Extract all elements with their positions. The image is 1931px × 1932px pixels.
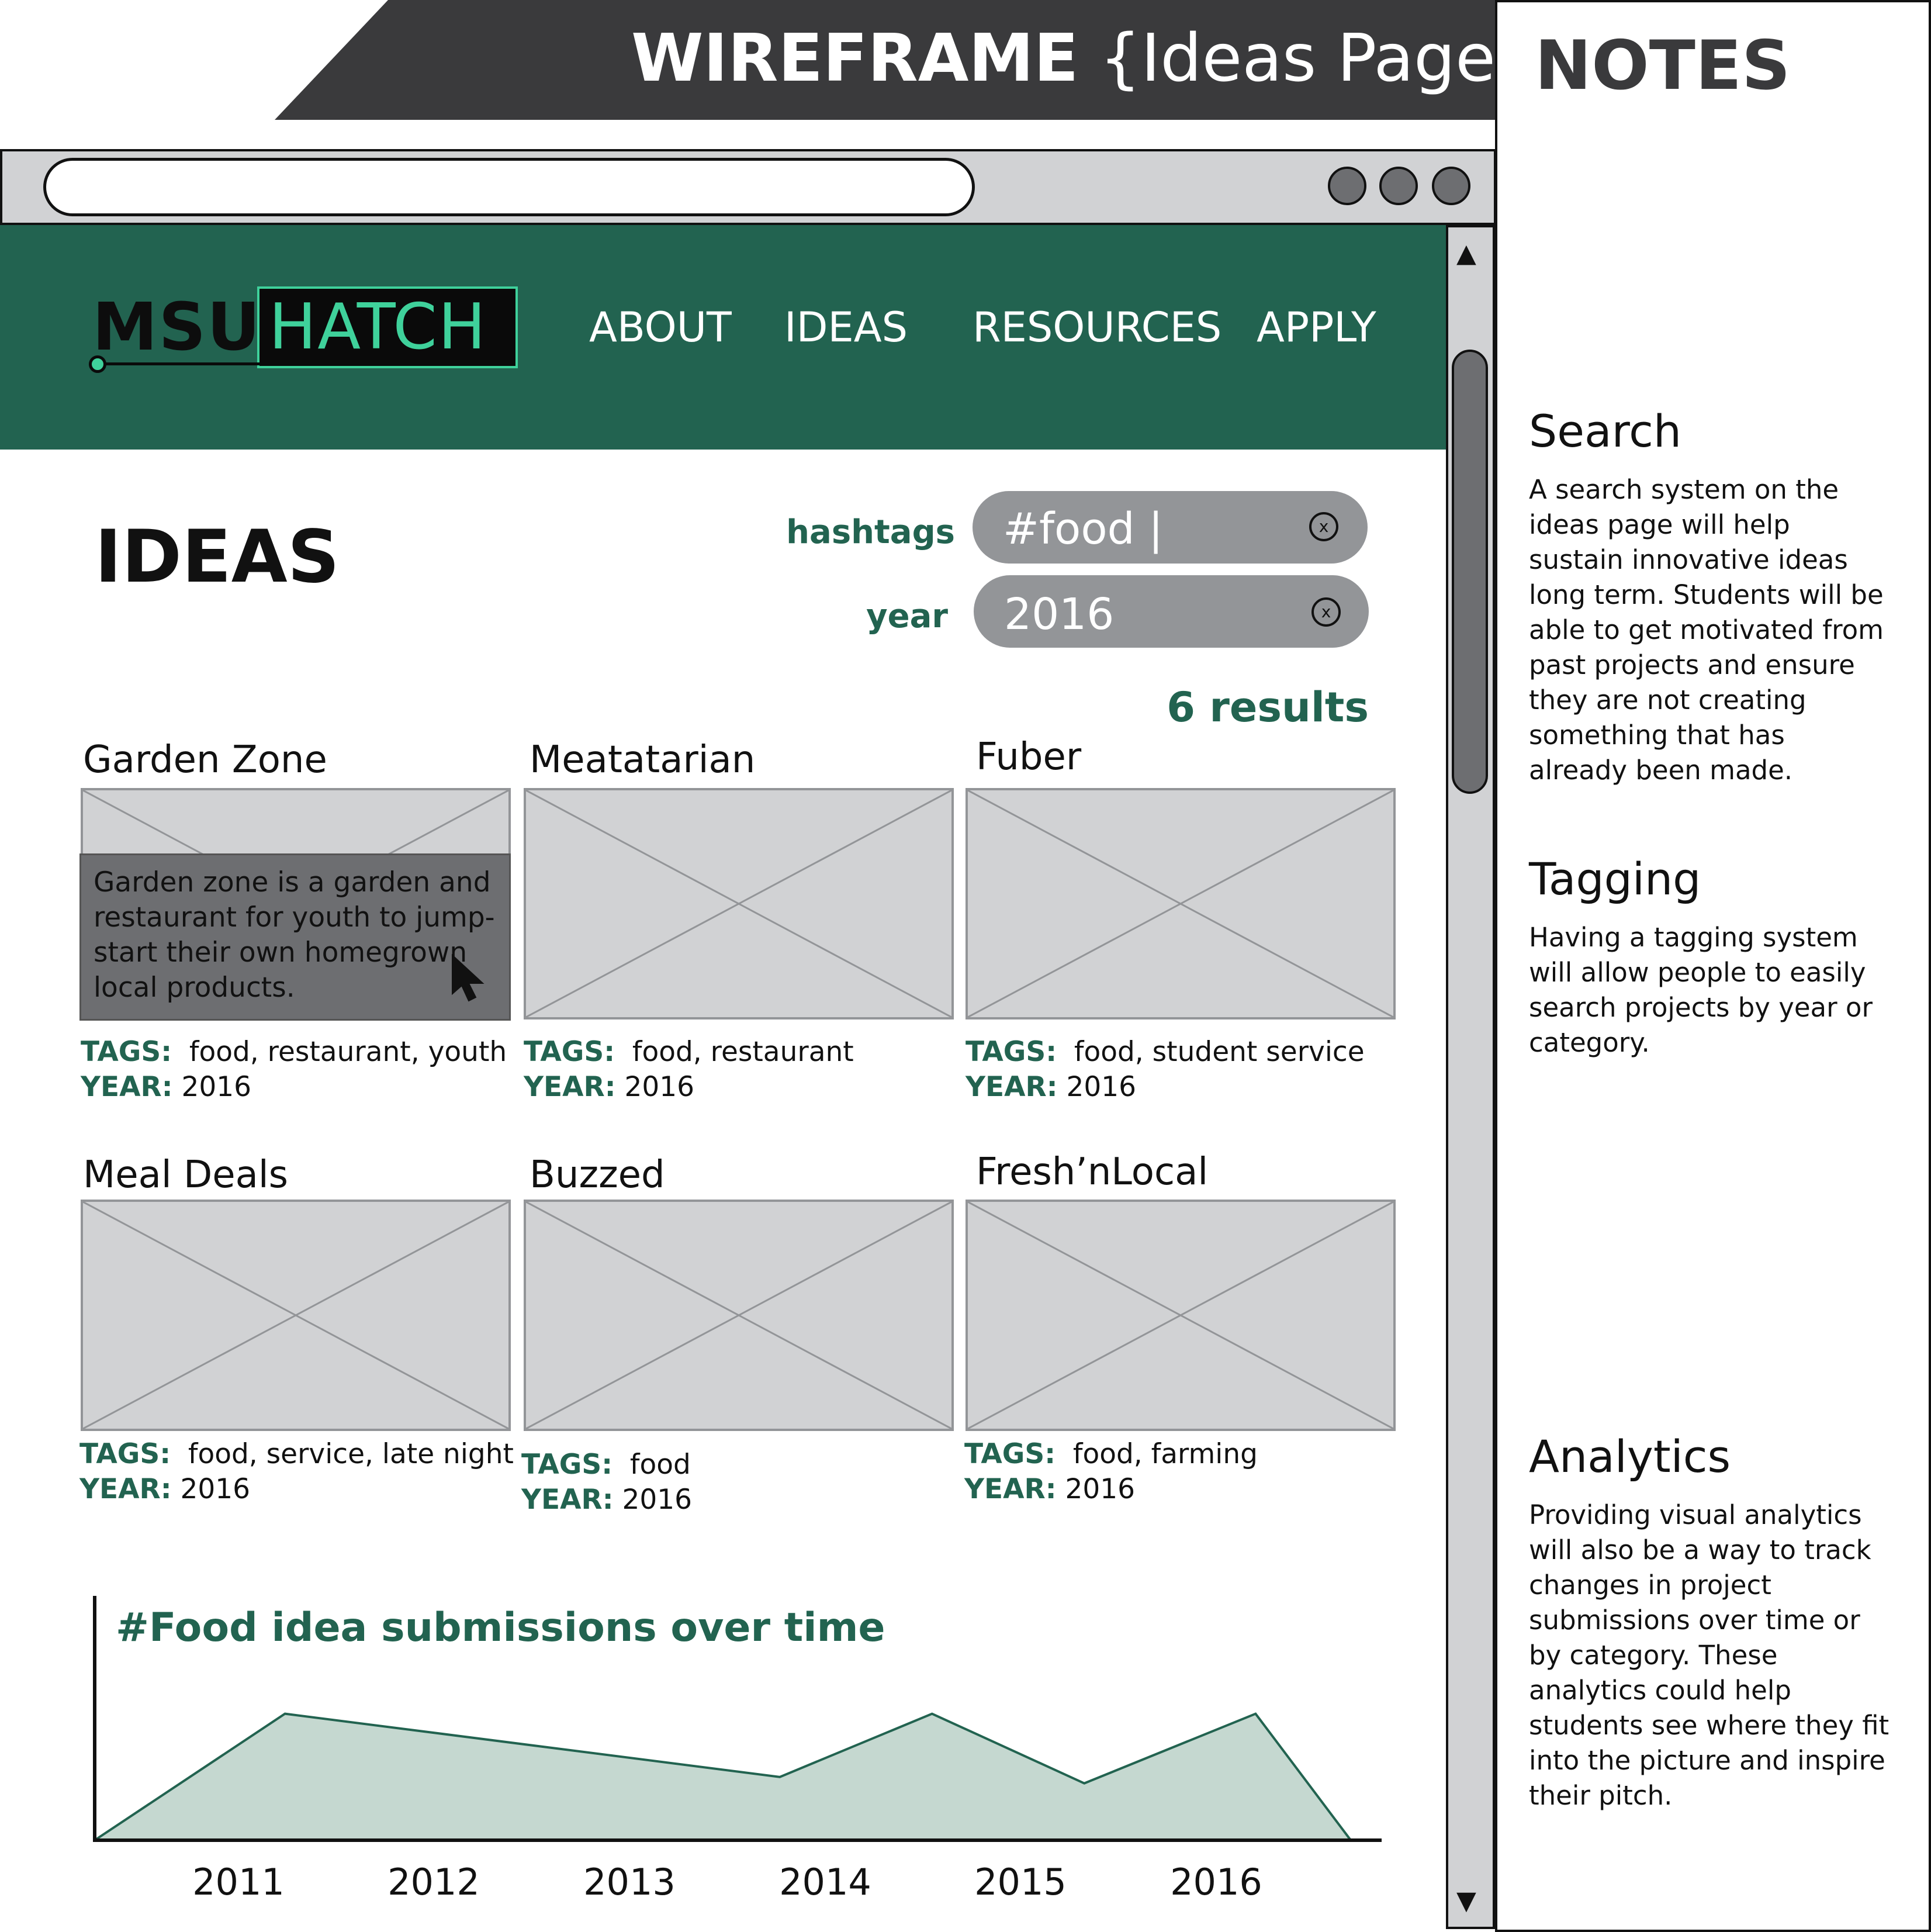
results-count: 6 results — [1167, 683, 1369, 731]
page-title: IDEAS — [95, 515, 340, 599]
year-key: YEAR: — [965, 1071, 1058, 1103]
wireframe-title: WIREFRAME {Ideas Page} — [631, 18, 1537, 99]
nav-ideas[interactable]: IDEAS — [784, 301, 908, 354]
card-tags: food, student service — [1074, 1036, 1365, 1068]
x-tick-label: 2016 — [1170, 1861, 1262, 1903]
logo-hatch[interactable]: HATCH — [269, 291, 487, 364]
clear-hashtags-icon[interactable]: x — [1309, 512, 1338, 541]
note-heading-search: Search — [1529, 405, 1682, 457]
tags-key: TAGS: — [81, 1036, 172, 1068]
card-year: 2016 — [180, 1473, 251, 1505]
note-heading-analytics: Analytics — [1529, 1430, 1731, 1482]
card-year: 2016 — [1066, 1071, 1137, 1103]
card-tags: food, service, late night — [188, 1438, 514, 1470]
clear-year-icon[interactable]: x — [1311, 597, 1341, 627]
note-body-analytics: Providing visual analytics will also be … — [1529, 1499, 1890, 1811]
card-title-meatatarian[interactable]: Meatatarian — [530, 737, 755, 783]
window-button-close[interactable] — [1432, 167, 1470, 205]
x-tick-label: 2013 — [583, 1861, 676, 1903]
tags-key: TAGS: — [524, 1036, 615, 1068]
scroll-thumb[interactable] — [1452, 350, 1488, 794]
card-description: Garden zone is a garden and restaurant f… — [94, 866, 495, 1004]
scroll-down-arrow-icon[interactable]: ▼ — [1456, 1887, 1476, 1915]
hashtags-filter-value[interactable]: #food | — [1003, 503, 1163, 555]
card-meta-meatatarian: TAGS: food, restaurant YEAR: 2016 — [524, 1035, 854, 1105]
card-tags: food, farming — [1072, 1438, 1258, 1470]
url-bar[interactable] — [43, 158, 975, 216]
card-tags: food — [629, 1449, 691, 1481]
card-title-fuber[interactable]: Fuber — [976, 734, 1081, 780]
card-meta-garden-zone: TAGS: food, restaurant, youth YEAR: 2016 — [81, 1035, 507, 1105]
nav-apply[interactable]: APPLY — [1257, 301, 1376, 354]
card-image-placeholder[interactable] — [965, 1200, 1396, 1431]
card-meta-meal-deals: TAGS: food, service, late night YEAR: 20… — [79, 1437, 514, 1507]
wireframe-title-light: {Ideas Page} — [1099, 20, 1538, 96]
x-tick-label: 2012 — [387, 1861, 480, 1903]
hashtags-label: hashtags — [786, 513, 955, 551]
card-title-freshnlocal[interactable]: Fresh’nLocal — [976, 1149, 1208, 1195]
card-title-garden-zone[interactable]: Garden Zone — [83, 737, 327, 783]
tags-key: TAGS: — [521, 1449, 613, 1481]
card-meta-fuber: TAGS: food, student service YEAR: 2016 — [965, 1035, 1365, 1105]
card-meta-buzzed: TAGS: food YEAR: 2016 — [521, 1447, 692, 1518]
note-heading-tagging: Tagging — [1529, 853, 1701, 905]
card-year: 2016 — [624, 1071, 695, 1103]
note-body-tagging: Having a tagging system will allow peopl… — [1529, 922, 1873, 1058]
x-tick-label: 2015 — [974, 1861, 1067, 1903]
year-label: year — [866, 597, 948, 635]
year-key: YEAR: — [521, 1484, 614, 1516]
scroll-up-arrow-icon[interactable]: ▲ — [1456, 240, 1476, 268]
x-tick-label: 2014 — [779, 1861, 871, 1903]
card-year: 2016 — [181, 1071, 252, 1103]
year-filter-value[interactable]: 2016 — [1004, 588, 1114, 641]
nav-about[interactable]: ABOUT — [589, 301, 732, 354]
tags-key: TAGS: — [965, 1036, 1057, 1068]
year-key: YEAR: — [81, 1071, 173, 1103]
note-body-search: A search system on the ideas page will h… — [1529, 474, 1884, 786]
wireframe-title-bold: WIREFRAME — [631, 20, 1079, 96]
card-image-placeholder[interactable] — [524, 788, 954, 1019]
card-meta-freshnlocal: TAGS: food, farming YEAR: 2016 — [964, 1437, 1258, 1507]
card-tags: food, restaurant, youth — [189, 1036, 507, 1068]
logo-msu[interactable]: MSU — [92, 292, 261, 362]
chart-title: #Food idea submissions over time — [116, 1605, 885, 1651]
mouse-pointer-icon — [452, 953, 485, 1002]
nav-resources[interactable]: RESOURCES — [973, 301, 1221, 354]
card-tags: food, restaurant — [632, 1036, 854, 1068]
card-year: 2016 — [1065, 1473, 1136, 1505]
card-image-placeholder[interactable] — [524, 1200, 954, 1431]
card-image-placeholder[interactable] — [965, 788, 1396, 1019]
card-title-buzzed[interactable]: Buzzed — [530, 1152, 665, 1198]
tags-key: TAGS: — [964, 1438, 1056, 1470]
card-image-placeholder[interactable] — [81, 1200, 511, 1431]
window-button-minimize[interactable] — [1328, 167, 1366, 205]
year-key: YEAR: — [79, 1473, 172, 1505]
year-key: YEAR: — [964, 1473, 1057, 1505]
notes-title: NOTES — [1535, 26, 1791, 105]
card-title-meal-deals[interactable]: Meal Deals — [83, 1152, 288, 1198]
x-tick-label: 2011 — [192, 1861, 285, 1903]
window-button-maximize[interactable] — [1379, 167, 1418, 205]
year-key: YEAR: — [524, 1071, 616, 1103]
chart-area — [95, 1713, 1351, 1840]
tags-key: TAGS: — [79, 1438, 171, 1470]
card-year: 2016 — [622, 1484, 693, 1516]
